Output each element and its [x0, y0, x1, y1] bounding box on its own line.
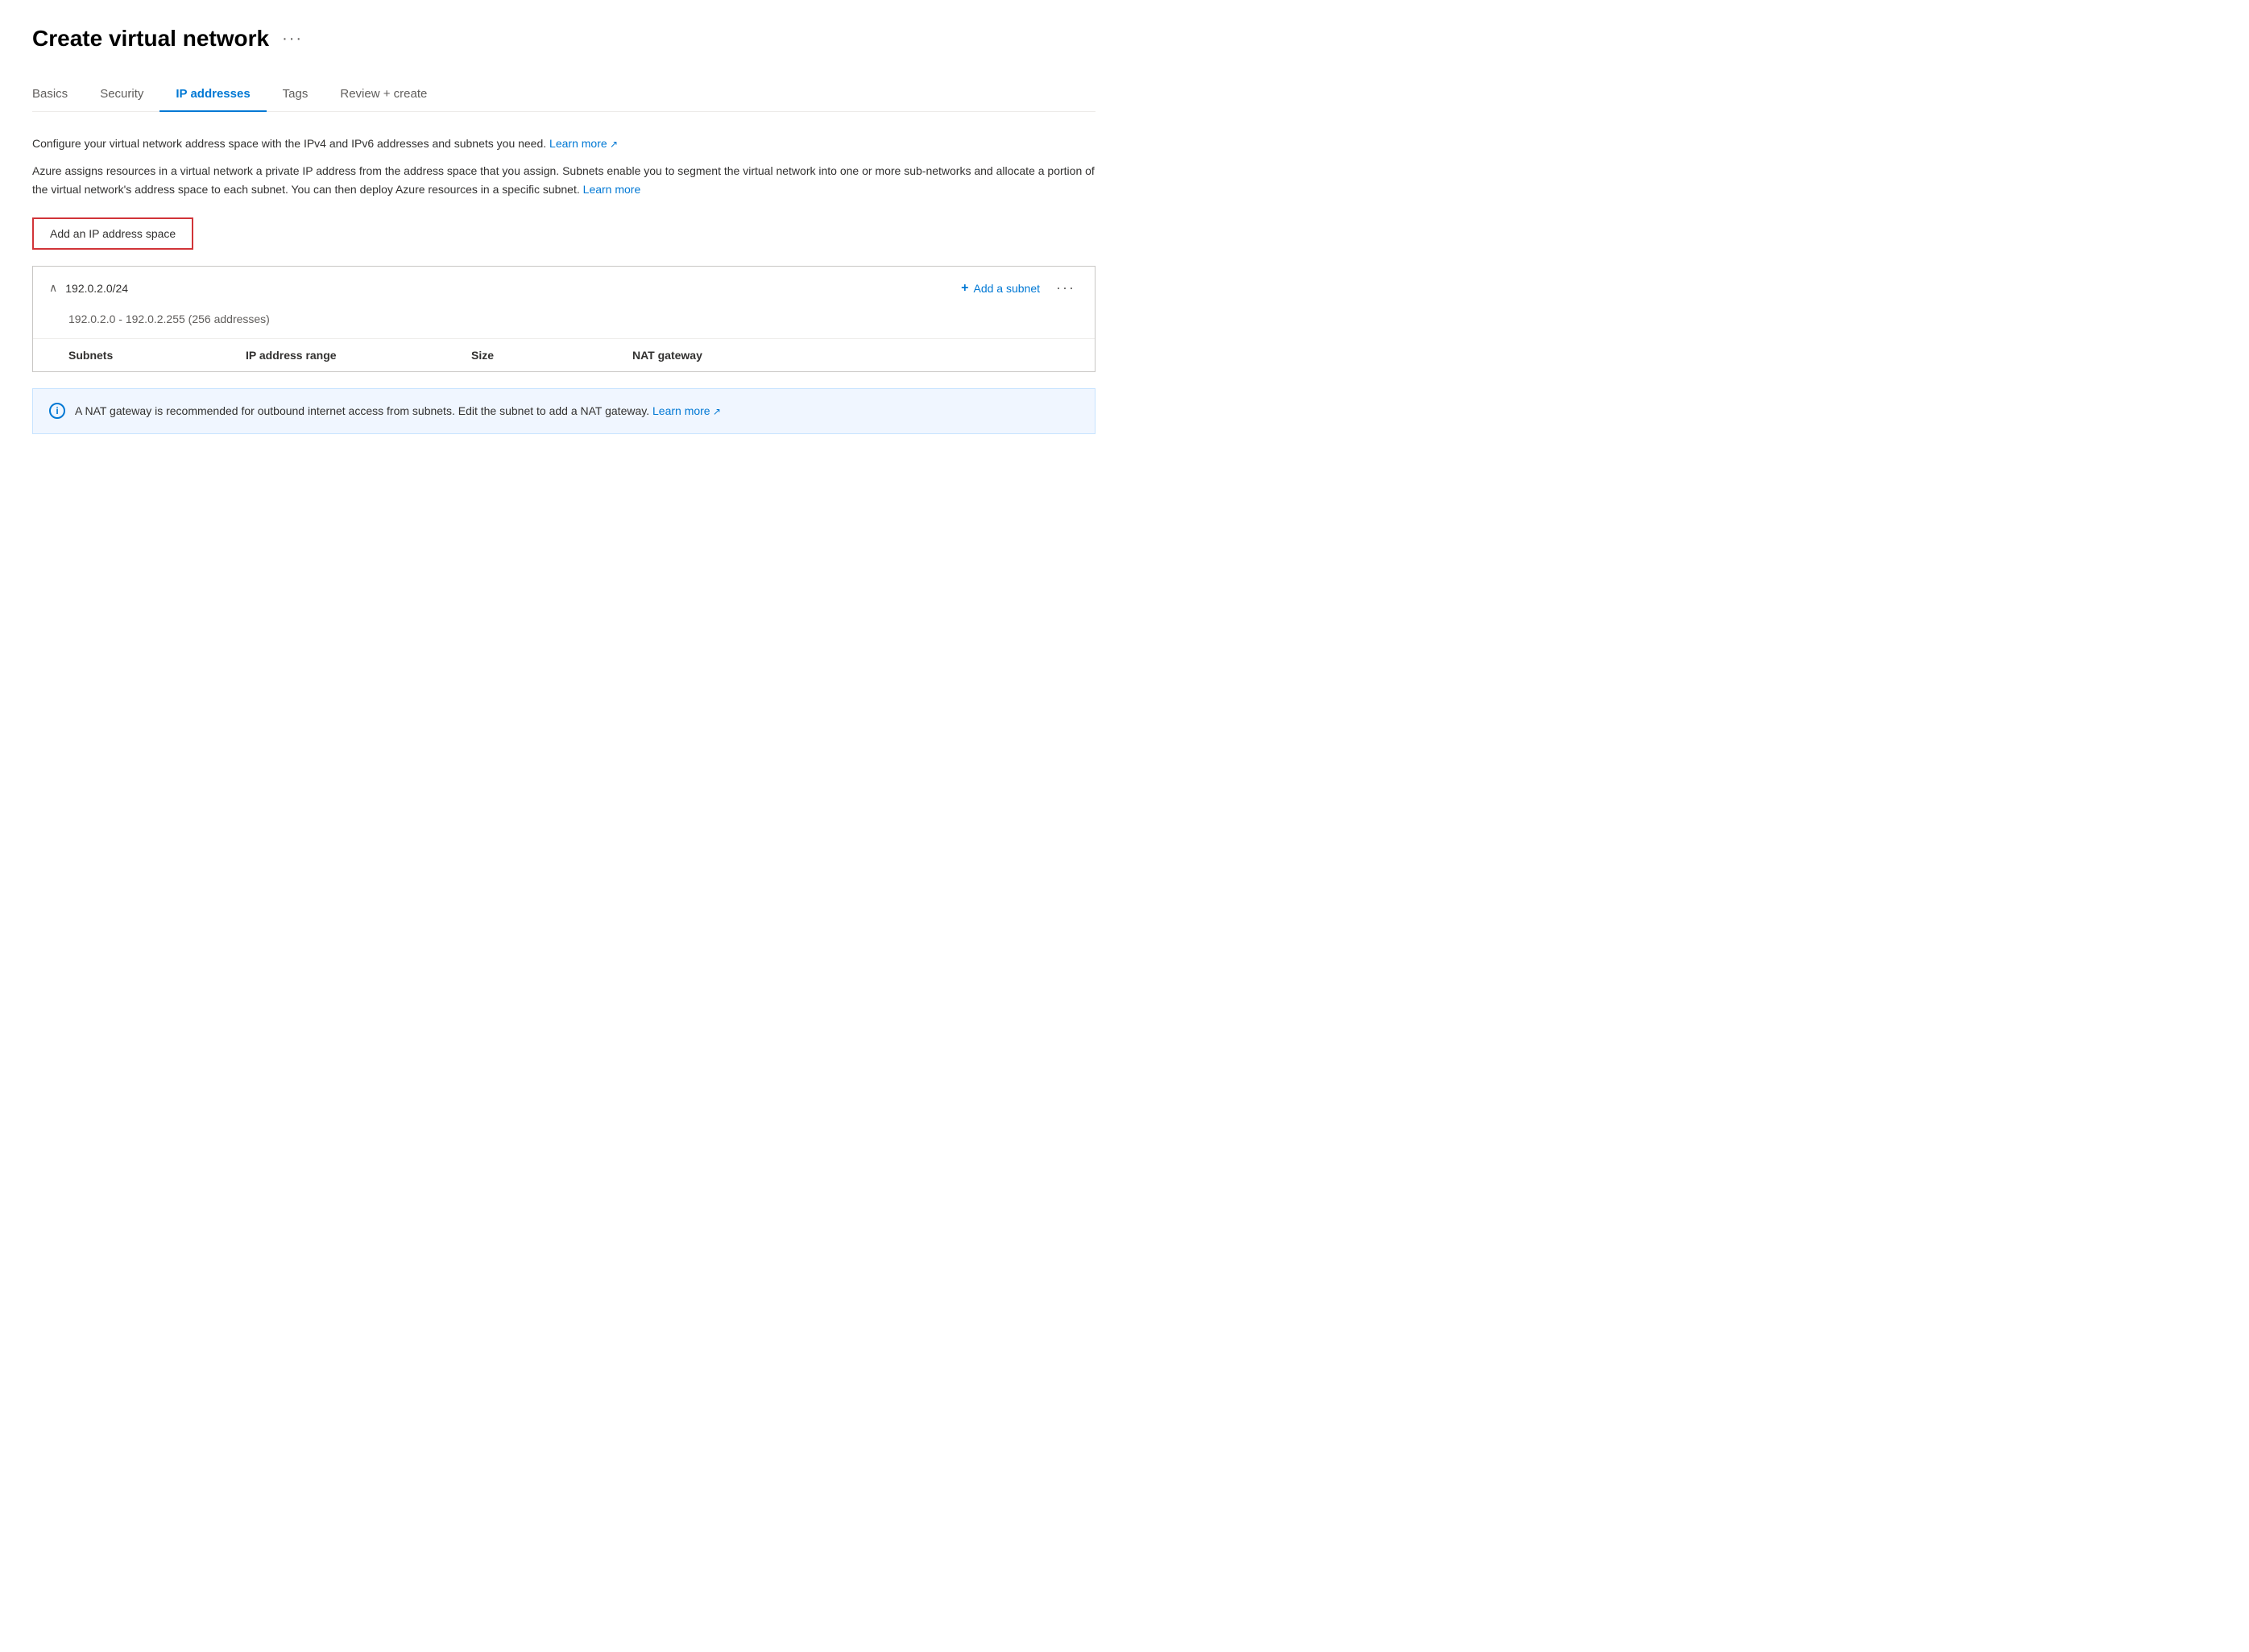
learn-more-link-2[interactable]: Learn more [583, 183, 641, 196]
plus-icon: + [961, 281, 968, 296]
collapse-chevron-icon[interactable]: ∧ [49, 281, 57, 295]
tab-navigation: Basics Security IP addresses Tags Review… [32, 77, 1096, 112]
info-banner-text: A NAT gateway is recommended for outboun… [75, 402, 721, 420]
learn-more-link-nat[interactable]: Learn more [652, 404, 721, 417]
add-subnet-button[interactable]: + Add a subnet [961, 281, 1040, 296]
ip-space-right: + Add a subnet ··· [961, 279, 1079, 296]
col-header-size: Size [471, 349, 632, 362]
ip-cidr-label: 192.0.2.0/24 [65, 282, 128, 295]
tab-security[interactable]: Security [84, 77, 159, 112]
tab-tags[interactable]: Tags [267, 77, 325, 112]
page-header: Create virtual network ··· [32, 26, 1096, 52]
col-header-ip-range: IP address range [246, 349, 471, 362]
description-line-2: Azure assigns resources in a virtual net… [32, 162, 1096, 198]
ip-space-more-options-button[interactable]: ··· [1053, 279, 1079, 296]
tab-basics[interactable]: Basics [32, 77, 84, 112]
col-header-nat-gateway: NAT gateway [632, 349, 858, 362]
more-options-button[interactable]: ··· [282, 30, 303, 48]
tab-review-create[interactable]: Review + create [324, 77, 443, 112]
col-header-subnets: Subnets [68, 349, 246, 362]
ip-space-container: ∧ 192.0.2.0/24 + Add a subnet ··· 192.0.… [32, 266, 1096, 372]
info-banner: i A NAT gateway is recommended for outbo… [32, 388, 1096, 433]
page-title: Create virtual network [32, 26, 269, 52]
info-icon: i [49, 403, 65, 419]
subnets-table-header: Subnets IP address range Size NAT gatewa… [33, 338, 1095, 371]
ip-space-left: ∧ 192.0.2.0/24 [49, 281, 128, 295]
ip-range-info: 192.0.2.0 - 192.0.2.255 (256 addresses) [33, 309, 1095, 338]
learn-more-link-1[interactable]: Learn more [549, 137, 618, 150]
description-line-1: Configure your virtual network address s… [32, 135, 1096, 152]
description-section: Configure your virtual network address s… [32, 135, 1096, 198]
ip-space-header: ∧ 192.0.2.0/24 + Add a subnet ··· [33, 267, 1095, 309]
tab-ip-addresses[interactable]: IP addresses [159, 77, 266, 112]
add-ip-address-space-button[interactable]: Add an IP address space [32, 217, 193, 250]
